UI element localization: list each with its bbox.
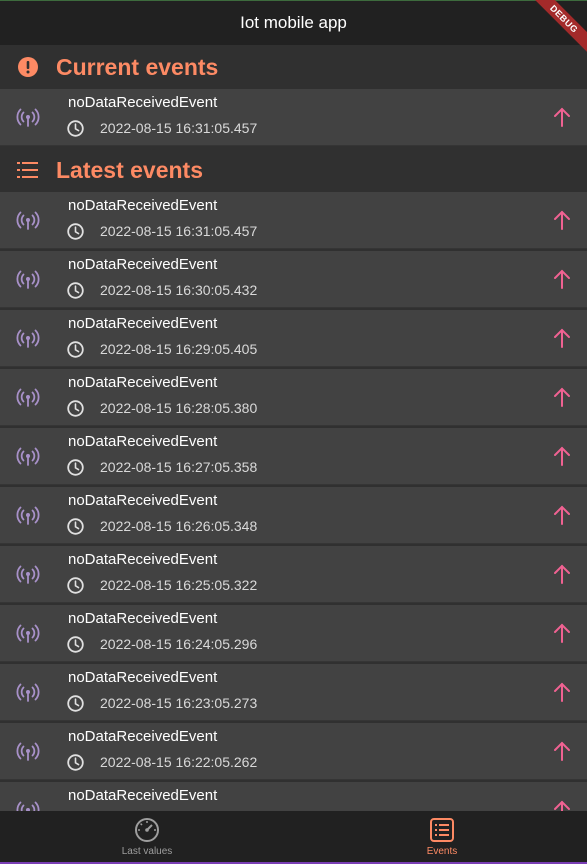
- clock-icon: [67, 695, 84, 712]
- event-timestamp: 2022-08-15 16:26:05.348: [100, 518, 258, 534]
- arrow-up-icon[interactable]: [550, 739, 574, 763]
- event-row[interactable]: noDataReceivedEvent 2022-08-15 16:31:05.4…: [0, 192, 587, 249]
- event-name: noDataReceivedEvent: [68, 197, 218, 214]
- clock-icon: [67, 636, 84, 653]
- event-timestamp: 2022-08-15 16:27:05.358: [100, 459, 258, 475]
- antenna-signal-icon: [16, 680, 40, 704]
- event-row[interactable]: noDataReceivedEvent 2022-08-15 16:31:05.4…: [0, 89, 587, 146]
- alert-circle-icon: [17, 56, 39, 78]
- bottom-navigation: Last values Events: [0, 811, 587, 864]
- event-name: noDataReceivedEvent: [68, 374, 218, 391]
- list-box-icon: [430, 818, 454, 842]
- clock-icon: [67, 223, 84, 240]
- app-title: Iot mobile app: [240, 13, 347, 32]
- event-name: noDataReceivedEvent: [68, 551, 218, 568]
- arrow-up-icon[interactable]: [550, 444, 574, 468]
- nav-last-values[interactable]: Last values: [77, 811, 217, 862]
- clock-icon: [67, 577, 84, 594]
- clock-icon: [67, 400, 84, 417]
- event-timestamp: 2022-08-15 16:29:05.405: [100, 341, 258, 357]
- event-row[interactable]: noDataReceivedEvent 2022-08-15 16:23:05.2…: [0, 664, 587, 721]
- event-timestamp: 2022-08-15 16:23:05.273: [100, 695, 258, 711]
- arrow-up-icon[interactable]: [550, 326, 574, 350]
- event-timestamp: 2022-08-15 16:25:05.322: [100, 577, 258, 593]
- antenna-signal-icon: [16, 562, 40, 586]
- arrow-up-icon[interactable]: [550, 621, 574, 645]
- current-events-header: Current events: [0, 45, 587, 89]
- event-name: noDataReceivedEvent: [68, 728, 218, 745]
- event-row[interactable]: noDataReceivedEvent 2022-08-15 16:30:05.4…: [0, 251, 587, 308]
- event-name: noDataReceivedEvent: [68, 433, 218, 450]
- event-name: noDataReceivedEvent: [68, 787, 218, 804]
- arrow-up-icon[interactable]: [550, 105, 574, 129]
- antenna-signal-icon: [16, 739, 40, 763]
- nav-events[interactable]: Events: [372, 811, 512, 862]
- arrow-up-icon[interactable]: [550, 208, 574, 232]
- arrow-up-icon[interactable]: [550, 503, 574, 527]
- latest-events-title: Latest events: [56, 156, 204, 183]
- nav-events-label: Events: [426, 846, 458, 857]
- latest-events-header: Latest events: [0, 148, 587, 192]
- antenna-signal-icon: [16, 621, 40, 645]
- arrow-up-icon[interactable]: [550, 385, 574, 409]
- antenna-signal-icon: [16, 503, 40, 527]
- event-timestamp: 2022-08-15 16:24:05.296: [100, 636, 258, 652]
- nav-last-values-label: Last values: [121, 846, 173, 857]
- clock-icon: [67, 518, 84, 535]
- antenna-signal-icon: [16, 267, 40, 291]
- event-row[interactable]: noDataReceivedEvent 2022-08-15 16:29:05.4…: [0, 310, 587, 367]
- list-icon: [17, 159, 39, 181]
- event-timestamp: 2022-08-15 16:22:05.262: [100, 754, 258, 770]
- event-timestamp: 2022-08-15 16:31:05.457: [100, 223, 258, 239]
- arrow-up-icon[interactable]: [550, 562, 574, 586]
- clock-icon: [67, 120, 84, 137]
- event-row[interactable]: noDataReceivedEvent 2022-08-15 16:24:05.2…: [0, 605, 587, 662]
- antenna-signal-icon: [16, 385, 40, 409]
- event-name: noDataReceivedEvent: [68, 94, 218, 111]
- event-row[interactable]: noDataReceivedEvent 2022-08-15 16:22:05.2…: [0, 723, 587, 780]
- event-timestamp: 2022-08-15 16:30:05.432: [100, 282, 258, 298]
- current-events-title: Current events: [56, 53, 219, 80]
- event-name: noDataReceivedEvent: [68, 315, 218, 332]
- event-row[interactable]: noDataReceivedEvent 2022-08-15 16:27:05.3…: [0, 428, 587, 485]
- event-name: noDataReceivedEvent: [68, 492, 218, 509]
- event-name: noDataReceivedEvent: [68, 669, 218, 686]
- antenna-signal-icon: [16, 208, 40, 232]
- arrow-up-icon[interactable]: [550, 680, 574, 704]
- clock-icon: [67, 459, 84, 476]
- antenna-signal-icon: [16, 326, 40, 350]
- event-name: noDataReceivedEvent: [68, 256, 218, 273]
- event-row[interactable]: noDataReceivedEvent 2022-08-15 16:26:05.3…: [0, 487, 587, 544]
- event-timestamp: 2022-08-15 16:28:05.380: [100, 400, 258, 416]
- clock-icon: [67, 341, 84, 358]
- antenna-signal-icon: [16, 105, 40, 129]
- event-timestamp: 2022-08-15 16:31:05.457: [100, 120, 258, 136]
- event-row[interactable]: noDataReceivedEvent 2022-08-15 16:25:05.3…: [0, 546, 587, 603]
- event-row[interactable]: noDataReceivedEvent 2022-08-15 16:28:05.3…: [0, 369, 587, 426]
- clock-icon: [67, 754, 84, 771]
- clock-icon: [67, 282, 84, 299]
- antenna-signal-icon: [16, 444, 40, 468]
- arrow-up-icon[interactable]: [550, 267, 574, 291]
- app-bar: Iot mobile app: [0, 0, 587, 45]
- event-name: noDataReceivedEvent: [68, 610, 218, 627]
- speedometer-icon: [135, 818, 159, 842]
